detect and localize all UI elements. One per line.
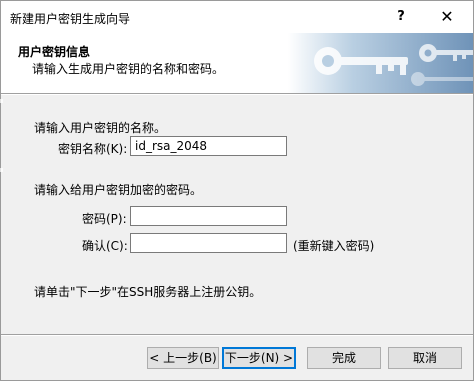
- title-bar: 新建用户密钥生成向导 ? ✕: [1, 1, 473, 33]
- button-divider: [1, 334, 473, 336]
- cancel-button[interactable]: 取消: [388, 347, 462, 369]
- password-prompt: 请输入给用户密钥加密的密码。: [34, 183, 203, 197]
- confirm-label: 确认(C):: [82, 239, 128, 253]
- page-title: 用户密钥信息: [18, 45, 91, 59]
- background-window-edge: [0, 168, 3, 172]
- finish-button[interactable]: 完成: [307, 347, 381, 369]
- name-prompt: 请输入用户密钥的名称。: [34, 121, 167, 135]
- background-window-edge: [0, 99, 3, 103]
- wizard-dialog: 新建用户密钥生成向导 ? ✕ 用户密钥信息 请输入生成用户密钥的名称和密码。 请…: [0, 0, 474, 381]
- close-button[interactable]: ✕: [433, 5, 461, 29]
- password-label: 密码(P):: [82, 212, 127, 226]
- window-title: 新建用户密钥生成向导: [10, 12, 131, 26]
- password-input[interactable]: [130, 206, 287, 226]
- page-subtitle: 请输入生成用户密钥的名称和密码。: [32, 62, 225, 76]
- back-button[interactable]: < 上一步(B): [147, 347, 219, 369]
- confirm-hint: (重新键入密码): [293, 239, 375, 253]
- key-name-input[interactable]: [130, 136, 287, 156]
- key-name-label: 密钥名称(K):: [58, 142, 128, 156]
- wizard-header: 用户密钥信息 请输入生成用户密钥的名称和密码。: [1, 33, 473, 93]
- next-button[interactable]: 下一步(N) >: [222, 347, 296, 369]
- footer-note: 请单击"下一步"在SSH服务器上注册公钥。: [34, 285, 262, 299]
- header-divider: [1, 93, 473, 95]
- confirm-password-input[interactable]: [130, 233, 287, 253]
- keys-banner-image: [288, 33, 473, 93]
- help-button[interactable]: ?: [390, 5, 412, 29]
